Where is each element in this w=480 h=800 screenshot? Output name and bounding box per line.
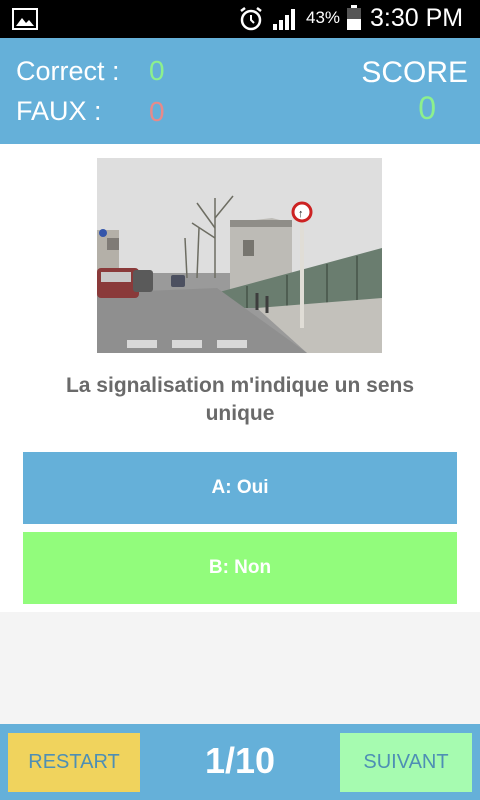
correct-count: 0 bbox=[149, 55, 165, 86]
battery-icon bbox=[347, 5, 361, 30]
score-header: Correct : 0 FAUX : 0 SCORE 0 bbox=[0, 38, 480, 144]
restart-button[interactable]: RESTART bbox=[8, 733, 140, 792]
status-bar: 43% 3:30 PM bbox=[0, 0, 480, 38]
footer-bar: RESTART 1/10 SUIVANT bbox=[0, 724, 480, 800]
next-button[interactable]: SUIVANT bbox=[340, 733, 472, 792]
faux-count: 0 bbox=[149, 96, 165, 127]
score-label: SCORE bbox=[361, 56, 468, 89]
status-time: 3:30 PM bbox=[370, 4, 464, 32]
answer-b-button[interactable]: B: Non bbox=[23, 532, 457, 604]
correct-label: Correct : bbox=[16, 56, 120, 86]
svg-text:↑: ↑ bbox=[298, 208, 304, 220]
image-icon bbox=[12, 8, 38, 30]
faux-label: FAUX : bbox=[16, 96, 102, 126]
answer-a-button[interactable]: A: Oui bbox=[23, 452, 457, 524]
question-progress: 1/10 bbox=[204, 740, 276, 781]
score-value: 0 bbox=[418, 90, 436, 126]
alarm-icon bbox=[240, 7, 262, 31]
signal-icon bbox=[273, 9, 295, 30]
battery-percent: 43% bbox=[306, 8, 341, 27]
question-text: La signalisation m'indique un sens uniqu… bbox=[65, 374, 415, 425]
question-card: ↑ La signalisation m'indique un sens uni… bbox=[0, 144, 480, 612]
question-photo: ↑ bbox=[97, 158, 382, 353]
